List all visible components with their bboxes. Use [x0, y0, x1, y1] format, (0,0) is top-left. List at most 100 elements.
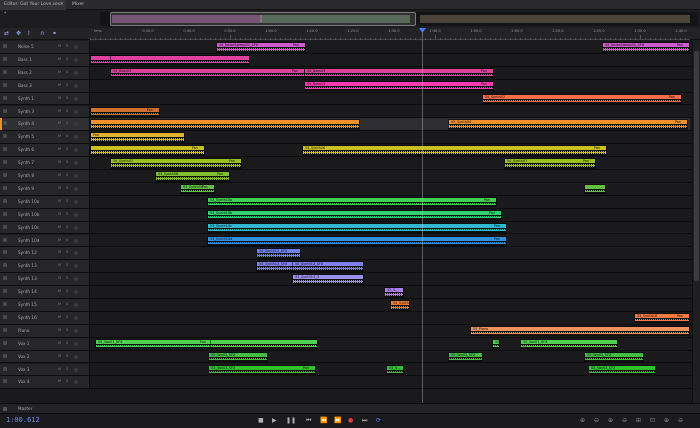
solo-button[interactable]: S: [66, 109, 68, 113]
audio-clip[interactable]: 53_S...: [384, 287, 404, 298]
solo-button[interactable]: S: [66, 250, 68, 254]
track-row[interactable]: Bass 3 M S 53_Bass03 Pan: [0, 79, 700, 93]
track-name[interactable]: Synth 15: [18, 302, 37, 307]
mute-button[interactable]: M: [58, 263, 61, 267]
record-arm-icon[interactable]: [74, 367, 78, 372]
track-header[interactable]: Synth 3 M S: [0, 105, 90, 118]
track-name[interactable]: Vox 3: [18, 367, 29, 372]
track-row[interactable]: Synth 10a M S 53_Synth10a Pan: [0, 195, 700, 209]
vertical-scrollbar[interactable]: [692, 41, 700, 403]
audio-clip[interactable]: Pan: [90, 106, 160, 117]
track-header[interactable]: Vox 1 M S: [0, 337, 90, 350]
track-lane[interactable]: 53_Synth09 Pan: [90, 183, 690, 195]
play-icon[interactable]: ▶: [272, 417, 277, 424]
track-lane[interactable]: 54_Synth13_SFX 54_Synth13_SFX: [90, 260, 690, 272]
audio-clip[interactable]: 53_Synth10c Pan: [207, 222, 507, 234]
mute-button[interactable]: M: [58, 134, 61, 138]
record-arm-icon[interactable]: [74, 174, 78, 178]
track-row[interactable]: Synth 13 M S 53_Synth13_3: [0, 273, 700, 287]
record-arm-icon[interactable]: [74, 315, 78, 320]
track-header[interactable]: Synth 10c M S: [0, 221, 90, 234]
track-lane[interactable]: 53_Piano: [90, 325, 690, 337]
expand-icon[interactable]: [3, 407, 7, 411]
track-lane[interactable]: 53_Synth10c Pan: [90, 222, 690, 234]
zoom-in-time-icon[interactable]: ⊕: [608, 417, 613, 424]
master-track[interactable]: Master: [0, 403, 700, 413]
record-arm-icon[interactable]: [74, 354, 78, 359]
record-arm-icon[interactable]: [74, 341, 78, 346]
audio-clip[interactable]: 53_Synth13_3: [292, 274, 364, 285]
track-row[interactable]: Synth 15 M S 54_Synth15: [0, 299, 700, 312]
pause-icon[interactable]: ❚❚: [286, 417, 296, 424]
track-name[interactable]: Synth 12: [18, 250, 37, 255]
solo-button[interactable]: S: [66, 121, 68, 125]
vertical-scroll-thumb[interactable]: [694, 51, 699, 281]
track-lane[interactable]: 54_Synth15: [90, 299, 690, 311]
mute-button[interactable]: M: [58, 238, 61, 242]
solo-button[interactable]: S: [66, 199, 68, 203]
zoom-out-amplitude-icon[interactable]: ⊖: [594, 417, 599, 424]
mute-button[interactable]: M: [58, 341, 61, 345]
track-lane[interactable]: 53_Vox03_SFX Pan 53_V... 53_Vox03_SFX: [90, 364, 690, 376]
track-header[interactable]: Bass 2 M S: [0, 66, 90, 79]
mute-button[interactable]: M: [58, 379, 61, 383]
solo-button[interactable]: S: [66, 186, 68, 190]
track-header[interactable]: Bass 1 M S: [0, 53, 90, 66]
track-header[interactable]: Vox 3 M S: [0, 363, 90, 376]
audio-clip[interactable]: [210, 338, 318, 350]
solo-button[interactable]: S: [66, 225, 68, 229]
audio-clip[interactable]: [90, 119, 360, 130]
track-row[interactable]: Piano M S 53_Piano: [0, 324, 700, 338]
mute-button[interactable]: M: [58, 121, 61, 125]
record-arm-icon[interactable]: [74, 225, 78, 230]
record-arm-icon[interactable]: [74, 161, 78, 166]
audio-clip[interactable]: 53_Synth10d Pan: [207, 235, 507, 246]
record-arm-icon[interactable]: [74, 328, 78, 333]
track-name[interactable]: Synth 4: [18, 121, 34, 126]
track-name[interactable]: Synth 6: [18, 147, 34, 152]
mute-button[interactable]: M: [58, 147, 61, 151]
track-name[interactable]: Synth 10d: [18, 238, 39, 243]
track-lane[interactable]: 53_Synth04 Pan: [90, 118, 690, 131]
track-row[interactable]: Vox 3 M S 53_Vox03_SFX Pan 53_V... 53_Vox03_SF…: [0, 363, 700, 377]
audio-clip[interactable]: 53_Synth16 Pan: [634, 312, 690, 324]
track-header[interactable]: Noise 5 M S: [0, 41, 90, 53]
record-arm-icon[interactable]: [74, 57, 78, 62]
track-lane[interactable]: 54_Synth02 Pan: [90, 93, 690, 105]
audio-clip[interactable]: 53_Synth10b Pan: [207, 209, 502, 221]
audio-clip[interactable]: 53_Bass03 Pan: [304, 80, 494, 92]
record-arm-icon[interactable]: [74, 238, 78, 243]
record-arm-icon[interactable]: [74, 199, 78, 204]
record-arm-icon[interactable]: [74, 96, 78, 101]
solo-button[interactable]: S: [66, 238, 68, 242]
track-header[interactable]: Synth 8 M S: [0, 170, 90, 182]
record-arm-icon[interactable]: [74, 251, 78, 256]
audio-clip[interactable]: 54_Bass03 Pan: [304, 67, 494, 79]
track-row[interactable]: Vox 1MS55_Vox01_SFXPan55_Vox01_SFX55_Vox…: [0, 337, 700, 351]
track-header[interactable]: Synth 10d M S: [0, 234, 90, 247]
track-header[interactable]: Synth 15 M S: [0, 299, 90, 311]
track-name[interactable]: Noise 5: [18, 44, 34, 49]
audio-clip[interactable]: 44_NoiseSweep01_SFX Pan: [216, 42, 306, 53]
record-arm-icon[interactable]: [74, 109, 78, 114]
track-row[interactable]: Vox 4 M S: [0, 376, 700, 390]
mute-button[interactable]: M: [58, 173, 61, 177]
track-header[interactable]: Vox 4 M S: [0, 376, 90, 389]
track-header[interactable]: Synth 9 M S: [0, 182, 90, 195]
record-arm-icon[interactable]: [74, 186, 78, 191]
audio-clip[interactable]: 53_Synth04 Pan: [448, 119, 688, 130]
audio-clip[interactable]: [110, 54, 250, 66]
swap-icon[interactable]: ⇄: [4, 30, 9, 37]
track-header[interactable]: Synth 1 M S: [0, 92, 90, 105]
zoom-out-icon[interactable]: ⊖: [678, 417, 683, 424]
track-header[interactable]: Piano M S: [0, 324, 90, 337]
track-row[interactable]: Synth 14 M S 53_S...: [0, 286, 700, 299]
solo-button[interactable]: S: [66, 276, 68, 280]
audio-clip[interactable]: 54_Synth02 Pan: [482, 93, 682, 105]
track-row[interactable]: Synth 13 M S 54_Synth13_SFX 54_Synth13_SFX: [0, 260, 700, 274]
track-lane[interactable]: 54_Synth12_SFX: [90, 247, 690, 259]
link-icon[interactable]: ⚭: [52, 30, 57, 37]
track-name[interactable]: Synth 1: [18, 96, 34, 101]
audio-clip[interactable]: Pan: [90, 145, 205, 156]
loop-icon[interactable]: ⟳: [376, 417, 381, 424]
